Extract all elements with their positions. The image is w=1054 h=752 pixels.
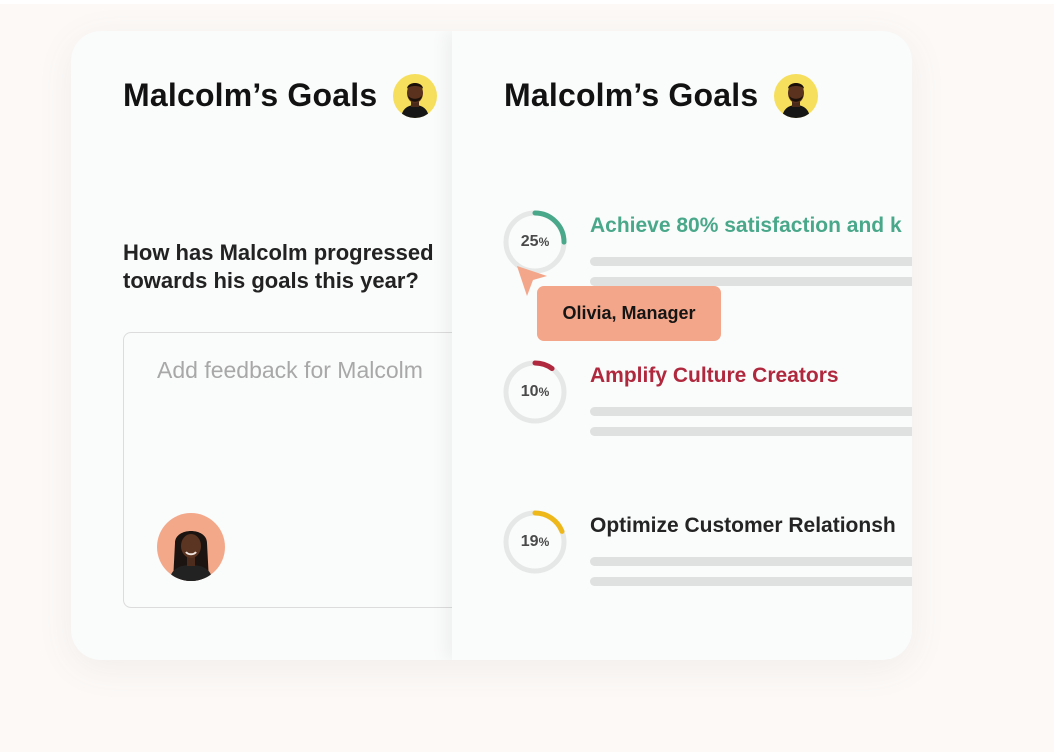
page-title: Malcolm’s Goals (123, 77, 378, 113)
question-line-1: How has Malcolm progressed (123, 240, 434, 265)
feedback-pane: Malcolm’s Goals How has Malcolm progress… (71, 31, 452, 660)
feedback-input[interactable] (157, 357, 452, 384)
placeholder-bar (590, 407, 912, 416)
placeholder-bar (590, 427, 912, 436)
goal-item[interactable]: 19% Optimize Customer Relationsh (452, 509, 912, 599)
feedback-textarea-container[interactable] (123, 332, 452, 608)
progress-percent: 10% (520, 383, 550, 400)
goal-title[interactable]: Optimize Customer Relationsh (590, 514, 896, 538)
placeholder-bar (590, 257, 912, 266)
malcolm-avatar (774, 74, 818, 118)
goals-title: Malcolm’s Goals (504, 77, 759, 113)
person-icon (782, 83, 810, 118)
goal-title[interactable]: Achieve 80% satisfaction and k (590, 214, 902, 238)
goals-pane: Malcolm’s Goals 25% Achieve 80% satisfac… (452, 31, 912, 660)
progress-percent: 19% (520, 533, 550, 550)
goal-title[interactable]: Amplify Culture Creators (590, 364, 839, 388)
placeholder-bar (590, 557, 912, 566)
placeholder-bar (590, 577, 912, 586)
feedback-question: How has Malcolm progressed towards his g… (123, 239, 452, 295)
user-tooltip: Olivia, Manager (537, 286, 721, 341)
person-icon (401, 83, 429, 118)
top-edge (0, 0, 1054, 4)
goal-item[interactable]: 10% Amplify Culture Creators (452, 359, 912, 449)
placeholder-bar (590, 277, 912, 286)
goals-card: Malcolm’s Goals How has Malcolm progress… (71, 31, 912, 660)
question-line-2: towards his goals this year? (123, 268, 419, 293)
reviewer-avatar (157, 513, 225, 581)
person-icon (169, 531, 213, 581)
malcolm-avatar (393, 74, 437, 118)
